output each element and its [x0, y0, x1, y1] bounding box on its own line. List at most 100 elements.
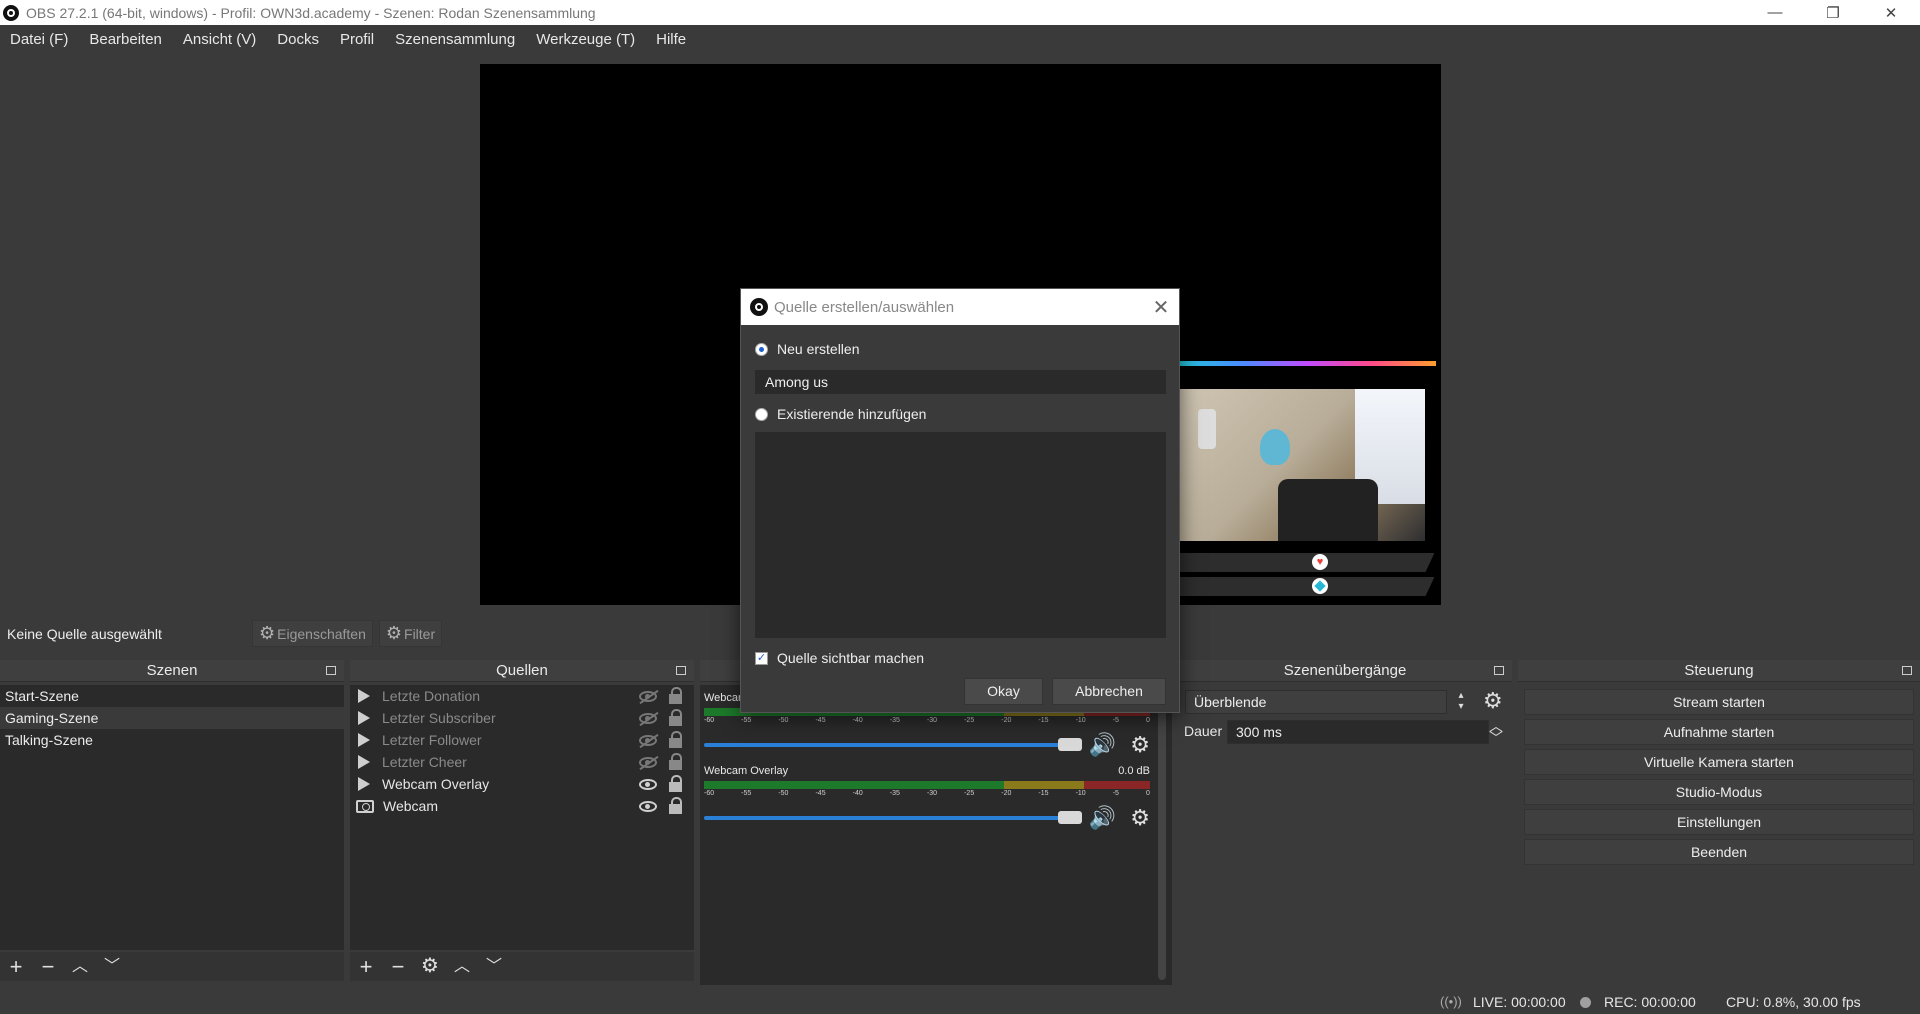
gear-icon: ⚙ [259, 623, 276, 643]
group-expand-icon[interactable] [358, 777, 370, 791]
settings-button[interactable]: Einstellungen [1524, 809, 1914, 835]
meter-tick: -25 [964, 790, 975, 797]
group-expand-icon[interactable] [358, 755, 370, 769]
scene-item-gaming[interactable]: Gaming-Szene [0, 707, 344, 729]
source-item[interactable]: Letzter Cheer [350, 751, 694, 773]
cancel-button[interactable]: Abbrechen [1052, 678, 1166, 705]
eye-icon[interactable] [639, 800, 657, 812]
move-up-icon[interactable]: ︿ [446, 952, 478, 981]
make-visible-checkbox[interactable]: ✓ [755, 651, 768, 665]
volume-slider-handle[interactable] [1057, 811, 1082, 824]
transition-settings-icon[interactable]: ⚙ [1483, 688, 1503, 714]
meter-ticks: -60 -55 -50 -45 -40 -35 -30 -25 -20 -15 … [704, 790, 1150, 797]
make-visible-option[interactable]: ✓ Quelle sichtbar machen [755, 650, 924, 666]
create-new-option[interactable]: Neu erstellen [755, 341, 860, 357]
properties-button[interactable]: ⚙ Eigenschaften [252, 620, 373, 647]
source-item[interactable]: Letzter Follower [350, 729, 694, 751]
gear-icon[interactable]: ⚙ [1130, 805, 1150, 831]
source-item[interactable]: Webcam Overlay [350, 773, 694, 795]
visibility-hidden-icon[interactable] [639, 734, 657, 746]
source-item[interactable]: Letzte Donation [350, 685, 694, 707]
studio-mode-button[interactable]: Studio-Modus [1524, 779, 1914, 805]
meter-tick: -45 [815, 790, 826, 797]
start-recording-button[interactable]: Aufnahme starten [1524, 719, 1914, 745]
gear-icon[interactable]: ⚙ [1130, 732, 1150, 758]
lock-icon[interactable] [669, 730, 682, 748]
group-expand-icon[interactable] [358, 689, 370, 703]
menu-ansicht[interactable]: Ansicht (V) [183, 31, 256, 48]
remove-scene-button[interactable]: − [32, 952, 64, 981]
close-icon[interactable]: ✕ [1143, 295, 1179, 320]
webcam-lamp [1260, 429, 1290, 465]
visibility-hidden-icon[interactable] [639, 712, 657, 724]
volume-slider-handle[interactable] [1057, 738, 1082, 751]
menu-szenensammlung[interactable]: Szenensammlung [395, 31, 515, 48]
scene-item-start[interactable]: Start-Szene [0, 685, 344, 707]
eye-icon[interactable] [639, 778, 657, 790]
volume-slider[interactable] [704, 738, 1082, 751]
volume-slider[interactable] [704, 811, 1082, 824]
menu-profil[interactable]: Profil [340, 31, 374, 48]
meter-tick: -5 [1112, 790, 1119, 797]
transition-select[interactable]: Überblende [1185, 690, 1447, 714]
mixer-channel-name: Webcam Overlay [704, 765, 789, 777]
lock-icon[interactable] [669, 686, 682, 704]
dock-float-icon[interactable] [1902, 666, 1912, 675]
close-button[interactable]: ✕ [1862, 0, 1920, 25]
move-up-icon[interactable]: ︿ [64, 952, 96, 981]
add-existing-option[interactable]: Existierende hinzufügen [755, 406, 926, 422]
meter-tick: -15 [1038, 717, 1049, 724]
start-virtual-camera-button[interactable]: Virtuelle Kamera starten [1524, 749, 1914, 775]
mixer-channel: Webcam Overlay 0.0 dB -60 -55 -50 -45 -4… [704, 765, 1150, 831]
dock-float-icon[interactable] [1494, 666, 1504, 675]
menu-datei[interactable]: Datei (F) [10, 31, 68, 48]
source-settings-icon[interactable]: ⚙ [414, 952, 446, 981]
lock-icon[interactable] [669, 708, 682, 726]
menu-docks[interactable]: Docks [277, 31, 319, 48]
menu-hilfe[interactable]: Hilfe [656, 31, 686, 48]
exit-button[interactable]: Beenden [1524, 839, 1914, 865]
lock-icon[interactable] [669, 752, 682, 770]
mixer-scrollbar[interactable] [1158, 690, 1166, 980]
source-name: Letzter Cheer [382, 754, 467, 770]
dialog-title-bar: Quelle erstellen/auswählen ✕ [741, 289, 1179, 325]
minimize-button[interactable]: — [1746, 0, 1804, 25]
ok-button[interactable]: Okay [964, 678, 1043, 705]
start-stream-button[interactable]: Stream starten [1524, 689, 1914, 715]
scenes-list: Start-Szene Gaming-Szene Talking-Szene [0, 685, 344, 950]
visibility-hidden-icon[interactable] [639, 756, 657, 768]
lock-icon[interactable] [669, 774, 682, 792]
lock-icon[interactable] [669, 796, 682, 814]
speaker-icon[interactable]: 🔊 [1089, 805, 1116, 831]
add-existing-label: Existierende hinzufügen [777, 406, 927, 422]
move-down-icon[interactable]: ﹀ [96, 952, 128, 981]
speaker-icon[interactable]: 🔊 [1089, 732, 1116, 758]
transition-spin-icon[interactable]: ▴ ▾ [1451, 690, 1471, 714]
source-item[interactable]: Webcam [350, 795, 694, 817]
remove-source-button[interactable]: − [382, 952, 414, 981]
restore-button[interactable]: ❐ [1804, 0, 1862, 25]
move-down-icon[interactable]: ﹀ [478, 952, 510, 981]
add-scene-button[interactable]: + [0, 952, 32, 981]
dock-float-icon[interactable] [326, 666, 336, 675]
menu-bearbeiten[interactable]: Bearbeiten [89, 31, 162, 48]
source-name-input[interactable]: Among us [755, 370, 1166, 394]
existing-sources-list[interactable] [755, 432, 1166, 638]
dock-float-icon[interactable] [676, 666, 686, 675]
duration-spin-icon[interactable]: ︿ ﹀ [1486, 719, 1506, 745]
transitions-title: Szenenübergänge [1283, 662, 1407, 679]
visibility-hidden-icon[interactable] [639, 690, 657, 702]
filter-button[interactable]: ⚙ Filter [378, 620, 443, 647]
meter-tick: -30 [926, 717, 938, 724]
add-existing-radio[interactable] [755, 407, 768, 421]
create-new-radio[interactable] [755, 342, 768, 356]
source-item[interactable]: Letzter Subscriber [350, 707, 694, 729]
duration-input[interactable]: 300 ms [1227, 720, 1489, 744]
scene-item-talking[interactable]: Talking-Szene [0, 729, 344, 751]
meter-tick: -45 [815, 717, 826, 724]
group-expand-icon[interactable] [358, 733, 370, 747]
menu-werkzeuge[interactable]: Werkzeuge (T) [536, 31, 635, 48]
add-source-button[interactable]: + [350, 952, 382, 981]
group-expand-icon[interactable] [358, 711, 370, 725]
meter-tick: -20 [1001, 790, 1012, 797]
